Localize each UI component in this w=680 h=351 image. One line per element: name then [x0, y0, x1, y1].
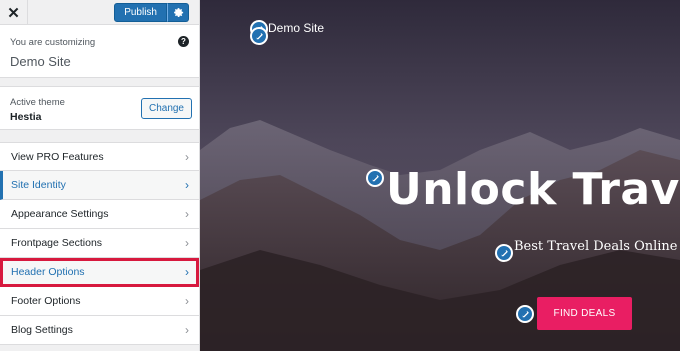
hero-title: Unlock Travel D	[386, 164, 680, 215]
menu-item-appearance-settings[interactable]: Appearance Settings ›	[0, 200, 199, 229]
edit-hero-title-shortcut[interactable]	[366, 169, 384, 187]
chevron-right-icon: ›	[185, 236, 189, 250]
edit-hero-subtitle-shortcut[interactable]	[495, 244, 513, 262]
menu-item-label: Appearance Settings	[11, 208, 109, 220]
menu-item-blog-settings[interactable]: Blog Settings ›	[0, 316, 199, 345]
customizing-site-name: Demo Site	[10, 54, 71, 69]
customizer-sidebar: ✕ Publish You are customizing Demo Site …	[0, 0, 200, 351]
hero-subtitle: Best Travel Deals Online	[514, 239, 678, 254]
menu-item-label: Header Options	[11, 266, 85, 278]
pencil-icon	[501, 249, 508, 256]
close-button[interactable]: ✕	[0, 0, 28, 25]
chevron-right-icon: ›	[185, 265, 189, 279]
publish-settings-button[interactable]	[167, 3, 189, 22]
menu-item-footer-options[interactable]: Footer Options ›	[0, 287, 199, 316]
change-theme-button[interactable]: Change	[140, 98, 192, 119]
customizing-info: You are customizing Demo Site ?	[0, 25, 199, 78]
pencil-icon	[522, 310, 529, 317]
chevron-right-icon: ›	[185, 294, 189, 308]
section-gap	[0, 78, 199, 86]
publish-button[interactable]: Publish	[114, 3, 167, 22]
active-theme-panel: Active theme Hestia Change	[0, 86, 199, 130]
close-icon: ✕	[7, 4, 20, 22]
menu-item-frontpage-sections[interactable]: Frontpage Sections ›	[0, 229, 199, 258]
help-icon[interactable]: ?	[178, 36, 189, 47]
menu-item-site-identity[interactable]: Site Identity ›	[0, 171, 199, 200]
menu-item-label: View PRO Features	[11, 150, 104, 163]
gear-icon	[173, 8, 183, 18]
pencil-icon	[372, 174, 379, 181]
chevron-right-icon: ›	[185, 207, 189, 221]
menu-item-label: Site Identity	[11, 179, 66, 191]
find-deals-button[interactable]: FIND DEALS	[537, 297, 632, 330]
menu-item-header-options[interactable]: Header Options ›	[0, 258, 199, 287]
pencil-icon	[256, 32, 263, 39]
chevron-right-icon: ›	[185, 323, 189, 337]
section-gap	[0, 130, 199, 142]
menu-item-view-pro-features[interactable]: View PRO Features ›	[0, 142, 199, 171]
preview-site-title[interactable]: Demo Site	[268, 21, 324, 35]
chevron-right-icon: ›	[185, 178, 189, 192]
menu-item-label: Footer Options	[11, 295, 81, 307]
menu-item-label: Frontpage Sections	[11, 237, 103, 249]
customizer-header: ✕ Publish	[0, 0, 199, 25]
customizer-menu: View PRO Features › Site Identity › Appe…	[0, 142, 199, 345]
chevron-right-icon: ›	[185, 149, 189, 164]
menu-item-label: Blog Settings	[11, 324, 73, 336]
customizing-label: You are customizing	[10, 37, 96, 48]
site-preview: Demo Site Unlock Travel D Best Travel De…	[200, 0, 680, 351]
edit-site-title-shortcut-secondary[interactable]	[250, 27, 268, 45]
edit-cta-shortcut[interactable]	[516, 305, 534, 323]
publish-group: Publish	[114, 3, 189, 22]
